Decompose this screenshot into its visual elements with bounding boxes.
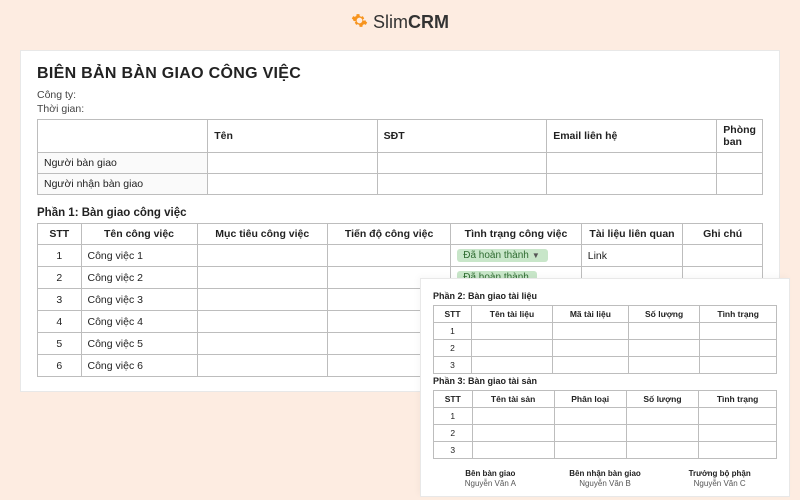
task-header: Tài liệu liên quan	[581, 224, 683, 245]
task-stt: 3	[38, 289, 82, 311]
gear-icon	[351, 13, 373, 33]
task-stt: 1	[38, 245, 82, 267]
table-row: 2	[434, 340, 777, 357]
signature-col: Bên nhận bàn giao Nguyễn Văn B	[548, 469, 663, 488]
info-row-label: Người nhận bàn giao	[38, 174, 208, 195]
task-header: Tên công việc	[81, 224, 197, 245]
task-name: Công việc 5	[81, 333, 197, 355]
docs-table: STT Tên tài liệu Mã tài liệu Số lượng Tì…	[433, 305, 777, 374]
task-status-cell: Đã hoàn thành▼	[451, 245, 582, 267]
task-name: Công việc 2	[81, 267, 197, 289]
info-header: Email liên hệ	[547, 120, 717, 153]
signature-row: Bên bàn giao Nguyễn Văn A Bên nhận bàn g…	[433, 469, 777, 488]
handover-document-overlay: Phần 2: Bàn giao tài liệu STT Tên tài li…	[420, 278, 790, 497]
signature-col: Trưởng bộ phận Nguyễn Văn C	[662, 469, 777, 488]
company-label: Công ty:	[37, 89, 763, 101]
brand-crm: CRM	[408, 12, 449, 32]
brand-logo: SlimCRM	[0, 0, 800, 40]
section1-title: Phần 1: Bàn giao công việc	[37, 207, 763, 219]
task-stt: 5	[38, 333, 82, 355]
table-row: 1	[434, 408, 777, 425]
task-header: STT	[38, 224, 82, 245]
table-row: 2	[434, 425, 777, 442]
task-header: Mục tiêu công việc	[197, 224, 328, 245]
task-header: Ghi chú	[683, 224, 763, 245]
info-header: SĐT	[377, 120, 547, 153]
info-row-label: Người bàn giao	[38, 153, 208, 174]
status-badge[interactable]: Đã hoàn thành▼	[457, 249, 548, 262]
chevron-down-icon[interactable]: ▼	[532, 251, 540, 260]
task-header: Tình trạng công việc	[451, 224, 582, 245]
task-name: Công việc 4	[81, 311, 197, 333]
task-name: Công việc 1	[81, 245, 197, 267]
asset-table: STT Tên tài sản Phân loại Số lượng Tình …	[433, 390, 777, 459]
brand-slim: Slim	[373, 12, 408, 32]
table-row: 1	[434, 323, 777, 340]
table-row: 3	[434, 357, 777, 374]
table-row: 3	[434, 442, 777, 459]
task-row: 1Công việc 1 Đã hoàn thành▼ Link	[38, 245, 763, 267]
task-doc: Link	[581, 245, 683, 267]
signature-col: Bên bàn giao Nguyễn Văn A	[433, 469, 548, 488]
task-stt: 6	[38, 355, 82, 377]
task-stt: 2	[38, 267, 82, 289]
doc-title: BIÊN BẢN BÀN GIAO CÔNG VIỆC	[37, 65, 763, 83]
section3-title: Phần 3: Bàn giao tài sản	[433, 376, 777, 386]
time-label: Thời gian:	[37, 103, 763, 115]
task-header: Tiến độ công việc	[328, 224, 451, 245]
task-name: Công việc 3	[81, 289, 197, 311]
section2-title: Phần 2: Bàn giao tài liệu	[433, 291, 777, 301]
info-table: Tên SĐT Email liên hệ Phòng ban Người bà…	[37, 119, 763, 195]
info-header: Tên	[208, 120, 377, 153]
task-stt: 4	[38, 311, 82, 333]
info-header: Phòng ban	[717, 120, 763, 153]
task-name: Công việc 6	[81, 355, 197, 377]
